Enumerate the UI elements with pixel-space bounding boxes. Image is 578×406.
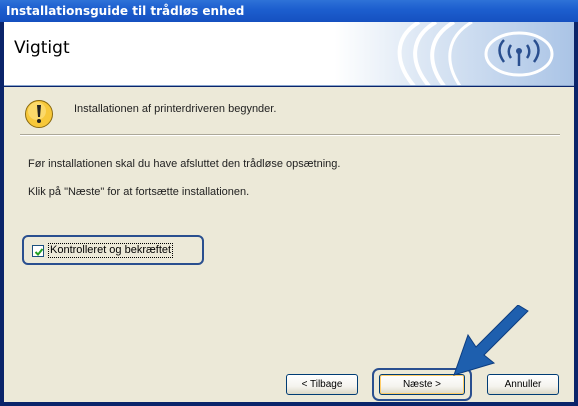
wizard-window: Installationsguide til trådløs enhed Vig…: [0, 0, 578, 406]
dialog-body: Installationen af printerdriveren begynd…: [4, 87, 574, 402]
title-bar: Installationsguide til trådløs enhed: [0, 0, 578, 22]
pointer-arrow-icon: [453, 305, 529, 376]
wireless-signal-icon: [397, 22, 554, 85]
info-text: Installationen af printerdriveren begynd…: [74, 103, 277, 115]
confirm-checkbox[interactable]: [32, 245, 44, 257]
header-panel: Vigtigt: [4, 22, 574, 86]
instruction-text-2: Klik på "Næste" for at fortsætte install…: [28, 186, 250, 198]
confirm-label[interactable]: Kontrolleret og bekræftet: [48, 243, 174, 258]
separator: [20, 134, 560, 136]
instruction-text-1: Før installationen skal du have afslutte…: [28, 158, 341, 170]
checkmark-icon: [34, 248, 44, 256]
info-row: Installationen af printerdriveren begynd…: [24, 97, 564, 133]
back-button[interactable]: < Tilbage: [286, 374, 358, 395]
warning-icon: [25, 100, 53, 128]
page-title: Vigtigt: [14, 38, 70, 58]
confirm-highlight: Kontrolleret og bekræftet: [22, 235, 204, 265]
